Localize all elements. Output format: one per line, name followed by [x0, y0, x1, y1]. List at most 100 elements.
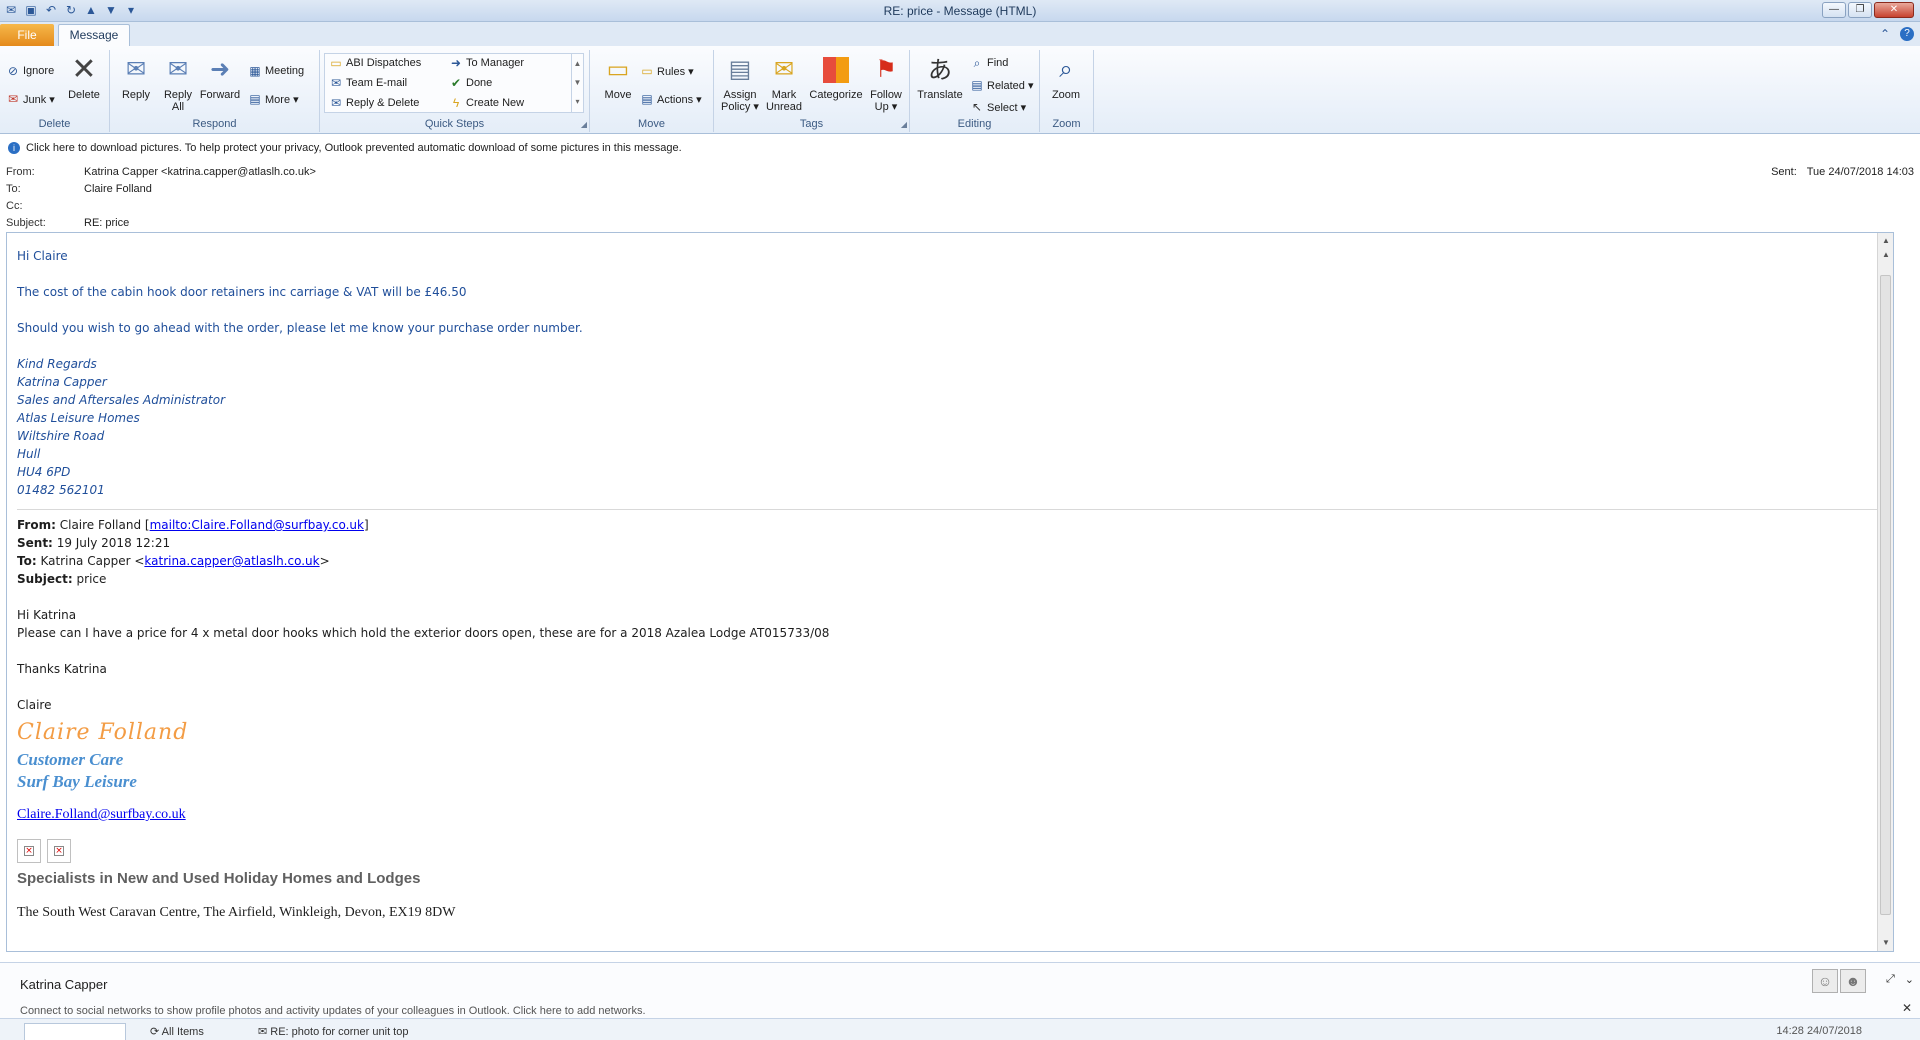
ignore-button[interactable]: ⊘ Ignore — [6, 64, 54, 78]
categorize-button[interactable]: Categorize — [808, 54, 864, 101]
specialists-tagline: Specialists in New and Used Holiday Home… — [17, 870, 421, 887]
bottom-strip: ⟳ All Items ✉ RE: photo for corner unit … — [0, 1018, 1920, 1040]
broken-image-icon: × — [54, 846, 64, 856]
header-subject: Subject: RE: price — [6, 217, 129, 233]
select-button[interactable]: ↖ Select ▾ — [970, 100, 1026, 114]
broken-image-icon: × — [24, 846, 34, 856]
rules-icon: ▭ — [641, 64, 653, 78]
message-body[interactable]: Hi Claire The cost of the cabin hook doo… — [6, 232, 1894, 952]
quickstep-abi-dispatches[interactable]: ▭ ABI Dispatches — [329, 56, 421, 70]
quoted-name: Claire — [17, 698, 52, 712]
more-icon: ▤ — [249, 92, 261, 106]
meeting-button[interactable]: ▦ Meeting — [248, 64, 304, 78]
related-item-subject[interactable]: ✉ RE: photo for corner unit top — [258, 1025, 408, 1038]
quick-steps-scroll[interactable]: ▲ ▼ ▾ — [571, 54, 583, 112]
move-folder-icon: ▭ — [606, 56, 630, 83]
quickstep-reply-delete[interactable]: ✉ Reply & Delete — [329, 96, 419, 110]
translate-button[interactable]: あ Translate — [914, 54, 966, 101]
signature: Kind Regards Katrina Capper Sales and Af… — [17, 357, 226, 497]
chevron-down-icon[interactable]: ⌄ — [1905, 973, 1914, 986]
body-scrollbar[interactable]: ▲ ▲ ▼ — [1877, 233, 1893, 951]
person-icon[interactable]: ☺ — [1812, 969, 1838, 993]
forward-button[interactable]: ➜ Forward — [198, 54, 242, 101]
follow-up-button[interactable]: ⚑ Follow Up ▾ — [864, 54, 908, 113]
find-button[interactable]: ⌕ Find — [970, 56, 1009, 70]
actions-button[interactable]: ▤ Actions ▾ — [640, 92, 701, 106]
company-address: The South West Caravan Centre, The Airfi… — [17, 905, 456, 920]
scroll-down-icon[interactable]: ▼ — [1880, 937, 1892, 949]
restore-button[interactable]: ❐ — [1848, 2, 1872, 18]
minimize-ribbon-icon[interactable]: ⌃ — [1880, 27, 1890, 41]
tab-file[interactable]: File — [0, 24, 54, 46]
quoted-to-link[interactable]: katrina.capper@atlaslh.co.uk — [144, 554, 319, 568]
mark-unread-button[interactable]: ✉ Mark Unread — [762, 54, 806, 113]
assign-policy-button[interactable]: ▤ Assign Policy ▾ — [718, 54, 762, 113]
cursor-icon: ↖ — [971, 100, 983, 114]
quoted-from-link[interactable]: mailto:Claire.Folland@surfbay.co.uk — [150, 518, 364, 532]
more-respond-button[interactable]: ▤ More ▾ — [248, 92, 298, 106]
folder-box[interactable] — [24, 1023, 126, 1040]
scroll-up-icon[interactable]: ▲ — [1880, 235, 1892, 247]
quickstep-team-email[interactable]: ✉ Team E-mail — [329, 76, 407, 90]
quickstep-to-manager[interactable]: ➜ To Manager — [449, 56, 524, 70]
body-line-1: The cost of the cabin hook door retainer… — [17, 285, 467, 299]
tab-message[interactable]: Message — [58, 24, 130, 46]
quickstep-done[interactable]: ✔ Done — [449, 76, 492, 90]
reply-button[interactable]: ✉ Reply — [114, 54, 158, 101]
from-value[interactable]: Katrina Capper <katrina.capper@atlaslh.c… — [84, 166, 316, 182]
window-title: RE: price - Message (HTML) — [883, 4, 1037, 18]
signature-title-1: Customer Care — [17, 750, 124, 769]
close-people-pane-icon[interactable]: ✕ — [1902, 1001, 1912, 1015]
delete-icon: ✕ — [71, 53, 97, 86]
reply-delete-icon: ✉ — [330, 96, 342, 110]
sent-value: Tue 24/07/2018 14:03 — [1806, 166, 1914, 178]
forward-arrow-icon: ➜ — [450, 56, 462, 70]
message-content: Hi Claire The cost of the cabin hook doo… — [17, 247, 1877, 921]
related-button[interactable]: ▤ Related ▾ — [970, 78, 1033, 92]
person-photo-icon[interactable]: ☻ — [1840, 969, 1866, 993]
ribbon-tabs: File Message ⌃ ? — [0, 22, 1920, 46]
delete-button[interactable]: ✕ Delete — [62, 53, 106, 102]
header-sent: Sent: Tue 24/07/2018 14:03 — [1771, 166, 1914, 178]
to-value[interactable]: Claire Folland — [84, 183, 152, 199]
minimize-button[interactable]: — — [1822, 2, 1846, 18]
binoculars-icon: ⌕ — [973, 56, 981, 70]
group-respond: ✉ Reply ✉ Reply All ➜ Forward ▦ Meeting … — [110, 50, 320, 132]
social-networks-link[interactable]: Connect to social networks to show profi… — [20, 1005, 646, 1017]
magnifier-icon: ⌕ — [1059, 56, 1073, 83]
subject-value: RE: price — [84, 217, 130, 229]
signature-email-link[interactable]: Claire.Folland@surfbay.co.uk — [17, 807, 186, 822]
flag-icon: ⚑ — [875, 56, 897, 83]
scroll-up-icon[interactable]: ▲ — [1880, 249, 1892, 261]
rules-button[interactable]: ▭ Rules ▾ — [640, 64, 693, 78]
reply-icon: ✉ — [125, 56, 147, 83]
header-cc: Cc: — [6, 200, 23, 212]
expand-icon[interactable]: ⤢ — [1886, 973, 1895, 986]
forward-icon: ➜ — [209, 56, 231, 83]
zoom-button[interactable]: ⌕ Zoom — [1044, 54, 1088, 101]
scroll-thumb[interactable] — [1880, 275, 1891, 915]
close-button[interactable]: ✕ — [1874, 2, 1914, 18]
signature-title-2: Surf Bay Leisure — [17, 772, 137, 791]
all-items-label[interactable]: ⟳ All Items — [150, 1025, 204, 1038]
junk-icon: ✉ — [7, 92, 19, 106]
window-controls: — ❐ ✕ — [1822, 2, 1914, 18]
envelope-icon: ✉ — [773, 56, 795, 83]
blocked-image[interactable]: × — [47, 839, 71, 863]
translate-icon: あ — [928, 56, 952, 84]
blocked-image[interactable]: × — [17, 839, 41, 863]
download-pictures-infobar[interactable]: i Click here to download pictures. To he… — [0, 140, 1920, 158]
quick-steps-gallery: ▭ ABI Dispatches ✉ Team E-mail ✉ Reply &… — [324, 53, 584, 113]
ignore-icon: ⊘ — [7, 64, 19, 78]
quoted-thanks: Thanks Katrina — [17, 662, 107, 676]
folder-icon: ▭ — [330, 56, 342, 70]
junk-button[interactable]: ✉ Junk ▾ — [6, 92, 55, 106]
quoted-header: From: Claire Folland [mailto:Claire.Foll… — [17, 518, 369, 586]
quickstep-create-new[interactable]: ϟ Create New — [449, 96, 524, 110]
categorize-icon — [823, 57, 849, 83]
reply-all-button[interactable]: ✉ Reply All — [156, 54, 200, 113]
greeting: Hi Claire — [17, 249, 68, 263]
move-button[interactable]: ▭ Move — [596, 54, 640, 101]
lightning-icon: ϟ — [452, 96, 460, 110]
help-icon[interactable]: ? — [1900, 27, 1914, 41]
